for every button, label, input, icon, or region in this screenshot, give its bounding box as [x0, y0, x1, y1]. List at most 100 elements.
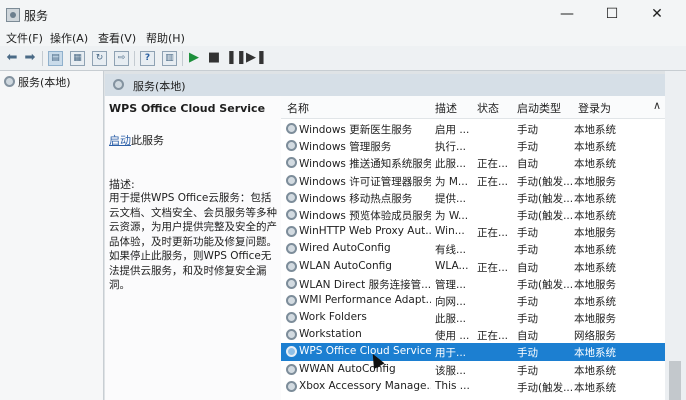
service-description-cell: 执行... — [435, 141, 467, 154]
service-name-cell: Work Folders — [299, 311, 367, 324]
vertical-scrollbar[interactable] — [665, 71, 686, 400]
minimize-button[interactable]: — — [552, 4, 582, 24]
properties-icon[interactable]: ▦ — [70, 51, 85, 66]
table-row[interactable]: Windows 更新医生服务 启用 ... 手动 本地系统 — [281, 120, 665, 137]
service-login-cell: 本地系统 — [574, 244, 616, 257]
service-login-cell: 本地系统 — [574, 158, 616, 171]
service-description-cell: 此服... — [435, 313, 467, 326]
service-name-cell: Xbox Accessory Manage... — [299, 379, 431, 392]
service-status-cell: 正在... — [477, 261, 509, 274]
column-header-startup-type[interactable]: 启动类型 — [517, 100, 561, 116]
service-login-cell: 本地系统 — [574, 381, 616, 394]
services-app-icon — [6, 8, 20, 22]
service-description-cell: WLA... — [435, 259, 469, 272]
service-description-cell: Win... — [435, 225, 465, 238]
gear-icon — [286, 243, 297, 255]
table-row[interactable]: WLAN AutoConfig WLA... 正在... 自动 本地系统 — [281, 258, 665, 275]
table-row[interactable]: WLAN Direct 服务连接管... 管理... 手动(触发... 本地服务 — [281, 275, 665, 292]
gear-icon — [286, 174, 297, 186]
tree-item-services-local[interactable]: 服务(本地) — [4, 75, 75, 91]
service-name-cell: WPS Office Cloud Service — [299, 345, 431, 358]
gear-icon — [286, 294, 297, 306]
gear-icon — [286, 346, 297, 358]
scrollbar-thumb[interactable] — [669, 361, 681, 400]
column-header-status[interactable]: 状态 — [477, 100, 499, 116]
service-startup-cell: 手动(触发... — [517, 192, 573, 205]
service-login-cell: 本地系统 — [574, 364, 616, 377]
table-row[interactable]: WMI Performance Adapt... 向网... 手动 本地系统 — [281, 292, 665, 309]
gear-icon — [286, 226, 297, 238]
service-login-cell: 本地系统 — [574, 347, 616, 360]
service-login-cell: 本地系统 — [574, 295, 616, 308]
service-login-cell: 本地系统 — [574, 141, 616, 154]
service-name-cell: WWAN AutoConfig — [299, 362, 396, 375]
service-name-cell: Windows 更新医生服务 — [299, 124, 413, 136]
start-service-row: 启动此服务 — [109, 132, 164, 148]
toolbar-separator — [182, 51, 183, 66]
table-row[interactable]: Windows 推送通知系统服务 此服... 正在... 自动 本地系统 — [281, 154, 665, 171]
table-row[interactable]: Windows 预览体验成员服务为 W... 手动(触发... 本地系统 — [281, 206, 665, 223]
service-startup-cell: 手动 — [517, 244, 538, 257]
back-arrow-icon[interactable]: ⬅ — [4, 50, 20, 66]
description-text: 用于提供WPS Office云服务：包括云文档、文档安全、会员服务等多种云资源，… — [109, 192, 277, 291]
service-startup-cell: 手动 — [517, 141, 538, 154]
table-row[interactable]: Windows 管理服务 执行... 手动 本地系统 — [281, 137, 665, 154]
refresh-icon[interactable]: ↻ — [92, 51, 107, 66]
tree-item-label: 服务(本地) — [18, 76, 71, 89]
service-name-cell: Windows 推送通知系统服务 — [299, 158, 431, 171]
forward-arrow-icon[interactable]: ➡ — [22, 50, 38, 66]
table-row[interactable]: Windows 移动热点服务 提供... 手动(触发... 本地系统 — [281, 189, 665, 206]
service-name-cell: WLAN AutoConfig — [299, 259, 392, 272]
column-header-log-on-as[interactable]: 登录为 — [578, 100, 611, 116]
menu-action[interactable]: 操作(A) — [50, 30, 88, 46]
column-header-name[interactable]: 名称 — [287, 100, 309, 116]
restart-icon[interactable]: ▶❚ — [246, 50, 267, 66]
service-startup-cell: 手动(触发... — [517, 209, 573, 222]
start-service-suffix: 此服务 — [131, 134, 164, 147]
table-row[interactable]: Windows 许可证管理器服务为 M... 正在... 手动(触发... 本地服务 — [281, 172, 665, 189]
close-button[interactable]: ✕ — [642, 4, 672, 24]
service-startup-cell: 手动 — [517, 313, 538, 326]
service-status-cell: 正在... — [477, 158, 509, 171]
start-service-link[interactable]: 启动 — [109, 134, 131, 147]
service-name-cell: WLAN Direct 服务连接管... — [299, 278, 431, 291]
service-details-pane: WPS Office Cloud Service 启动此服务 描述: 用于提供W… — [105, 96, 281, 400]
service-description-cell: 启用 ... — [435, 124, 470, 136]
service-status-cell: 正在... — [477, 330, 509, 343]
table-row[interactable]: WinHTTP Web Proxy Aut... Win... 正在... 手动 本地服… — [281, 223, 665, 240]
service-description-cell: 为 W... — [435, 209, 469, 222]
panel-title: 服务(本地) — [133, 80, 186, 93]
table-row[interactable]: Xbox Accessory Manage... This ... 手动(触发...… — [281, 378, 665, 395]
service-login-cell: 本地服务 — [574, 278, 616, 291]
maximize-button[interactable]: ☐ — [597, 4, 627, 24]
table-row[interactable]: WWAN AutoConfig 该服... 手动 本地系统 — [281, 361, 665, 378]
gear-icon — [286, 329, 297, 341]
service-login-cell: 本地系统 — [574, 192, 616, 205]
chevron-up-icon[interactable]: ∧ — [653, 99, 661, 112]
service-name-cell: Wired AutoConfig — [299, 242, 391, 255]
gear-icon — [4, 76, 15, 87]
table-row-selected[interactable]: WPS Office Cloud Service 用于... 手动 本地系统 — [281, 343, 665, 361]
service-startup-cell: 手动 — [517, 364, 538, 377]
title-bar: 服务 — ☐ ✕ — [0, 0, 686, 30]
export-list-icon[interactable]: ⇨ — [114, 51, 129, 66]
menu-help[interactable]: 帮助(H) — [146, 30, 185, 46]
details-icon[interactable]: ▥ — [162, 51, 177, 66]
table-row[interactable]: Work Folders 此服... 手动 本地服务 — [281, 309, 665, 326]
start-icon[interactable]: ▶ — [186, 50, 202, 66]
menu-view[interactable]: 查看(V) — [98, 30, 136, 46]
pause-icon[interactable]: ❚❚ — [226, 50, 247, 66]
help-icon[interactable]: ? — [140, 51, 155, 66]
service-login-cell: 本地系统 — [574, 261, 616, 274]
description-label: 描述: — [109, 178, 135, 191]
table-row[interactable]: Wired AutoConfig 有线... 手动 本地系统 — [281, 240, 665, 257]
service-description-cell: 为 M... — [435, 175, 468, 188]
stop-icon[interactable]: ■ — [206, 50, 222, 66]
console-tree-icon[interactable]: ▤ — [48, 51, 63, 66]
table-row[interactable]: Workstation 使用 ... 正在... 自动 网络服务 — [281, 326, 665, 343]
service-login-cell: 本地服务 — [574, 175, 616, 188]
service-startup-cell: 手动(触发... — [517, 381, 573, 394]
menu-file[interactable]: 文件(F) — [6, 30, 43, 46]
service-startup-cell: 自动 — [517, 330, 538, 343]
column-header-description[interactable]: 描述 — [435, 100, 457, 116]
